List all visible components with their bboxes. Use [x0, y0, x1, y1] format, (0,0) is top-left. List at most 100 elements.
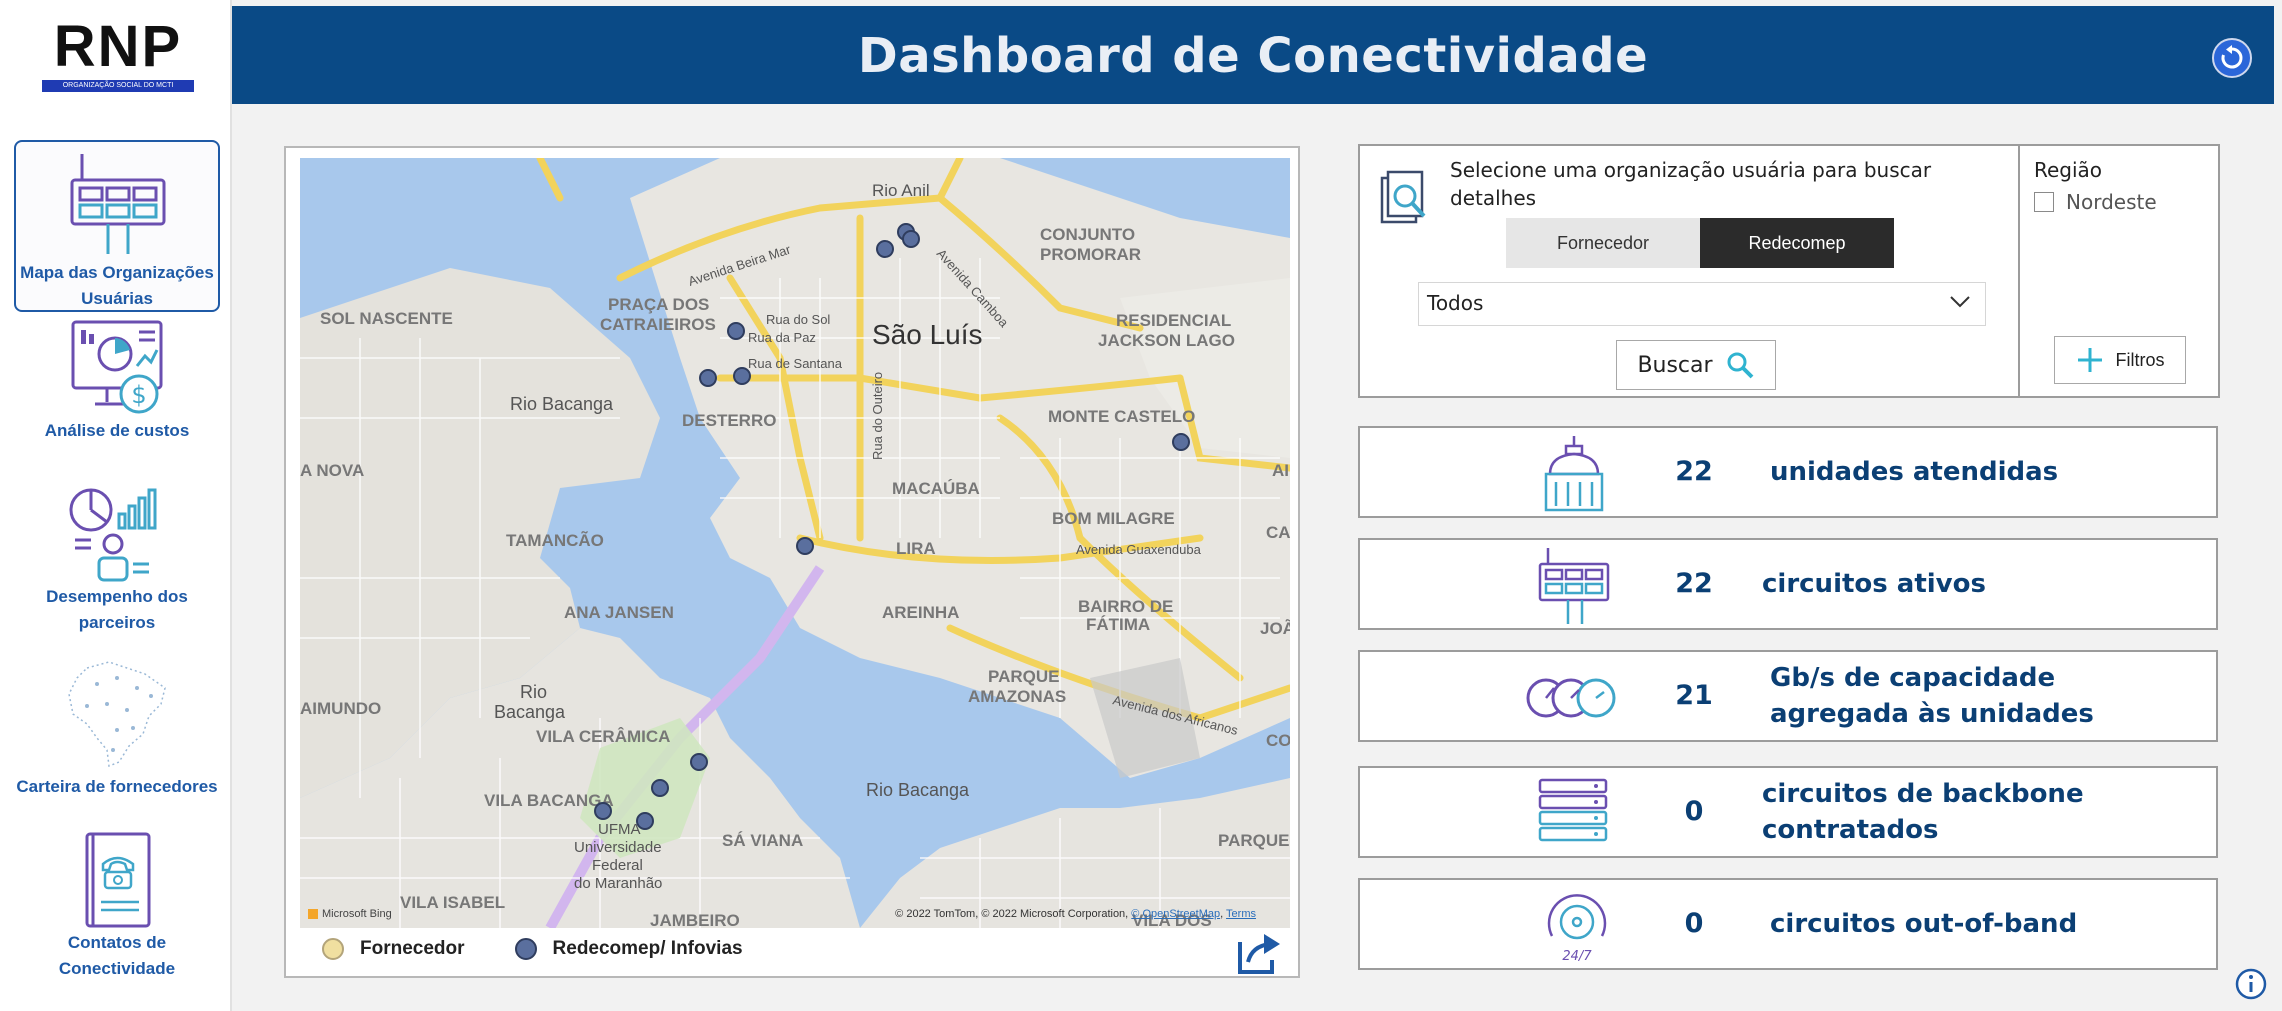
- source-toggle: Fornecedor Redecomep: [1506, 218, 1894, 268]
- map-point[interactable]: [690, 753, 708, 771]
- map-point[interactable]: [796, 537, 814, 555]
- map-label: PARQUE: [1218, 831, 1289, 850]
- kpi-label: circuitos de backbone contratados: [1762, 779, 2084, 845]
- map-label: RESIDENCIAL: [1116, 311, 1231, 330]
- legend-swatch: [322, 938, 344, 960]
- sidebar-item-label: Contatos de Conectividade: [58, 933, 176, 978]
- organization-select[interactable]: Todos: [1418, 282, 1986, 326]
- sidebar-item-label: Carteira de fornecedores: [16, 777, 218, 796]
- reset-button[interactable]: [2212, 38, 2252, 78]
- document-search-icon: [1380, 170, 1426, 224]
- map-label: SOL NASCENTE: [320, 309, 453, 328]
- export-button[interactable]: [1234, 932, 1282, 976]
- map-label: MONTE CASTELO: [1048, 407, 1195, 426]
- map-label: Rio Bacanga: [510, 394, 614, 414]
- sidebar-item-desempenho[interactable]: Desempenho dos parceiros: [14, 484, 220, 636]
- kpi-card-out-of-band: 24/7 0 circuitos out-of-band: [1358, 878, 2218, 970]
- map-label: AMAZONAS: [968, 687, 1066, 706]
- filters-button[interactable]: Filtros: [2054, 336, 2186, 384]
- sidebar-item-analise-custos[interactable]: $ Análise de custos: [14, 318, 220, 444]
- map-label: MACAÚBA: [892, 479, 980, 498]
- kpi-value: 0: [1684, 796, 1704, 827]
- map-label: LIRA: [896, 539, 936, 558]
- map-copyright: © 2022 TomTom, © 2022 Microsoft Corporat…: [895, 908, 1256, 920]
- info-icon[interactable]: [2234, 967, 2268, 1001]
- map-label: Rio: [520, 682, 547, 702]
- osm-link[interactable]: © OpenStreetMap: [1131, 908, 1220, 920]
- map-label: JOÃO: [1260, 618, 1290, 638]
- region-option-nordeste[interactable]: Nordeste: [2034, 190, 2157, 214]
- kpi-value: 0: [1684, 908, 1704, 939]
- sidebar-item-label: Análise de custos: [44, 421, 190, 440]
- svg-text:24/7: 24/7: [1562, 949, 1592, 964]
- kpi-card-capacidade: 21 Gb/s de capacidade agregada às unidad…: [1358, 650, 2218, 742]
- map-attribution-text: Microsoft Bing: [322, 908, 392, 920]
- map-point[interactable]: [733, 367, 751, 385]
- map-label: BAIRRO DE: [1078, 597, 1173, 616]
- map-label: Avenida Guaxenduba: [1076, 542, 1202, 557]
- map-label: VILA CERÂMICA: [536, 727, 670, 746]
- kpi-label: circuitos out-of-band: [1770, 909, 2078, 939]
- kpi-label: unidades atendidas: [1770, 457, 2059, 487]
- map-label: JACKSON LAGO: [1098, 331, 1235, 350]
- kpi-value: 22: [1675, 456, 1713, 487]
- toggle-fornecedor[interactable]: Fornecedor: [1506, 218, 1700, 268]
- legend-label: Fornecedor: [360, 938, 465, 959]
- region-title: Região: [2034, 158, 2103, 182]
- map-point[interactable]: [1172, 433, 1190, 451]
- sidebar-item-label: Desempenho dos parceiros: [46, 587, 188, 632]
- map-point[interactable]: [727, 322, 745, 340]
- legend-item: Fornecedor: [322, 938, 465, 960]
- kpi-label: circuitos ativos: [1762, 569, 1986, 599]
- sidebar-item-carteira[interactable]: Carteira de fornecedores: [14, 654, 220, 800]
- sidebar-item-mapa[interactable]: Mapa das Organizações Usuárias: [14, 140, 220, 312]
- logo-text: RNP: [53, 14, 183, 79]
- map-label: A NOVA: [300, 461, 364, 480]
- search-prompt: Selecione uma organização usuária para b…: [1450, 158, 1932, 210]
- map-label: PRAÇA DOS: [608, 295, 709, 314]
- dashboard-app: RNP ORGANIZAÇÃO SOCIAL DO MCTI Mapa das …: [0, 0, 2282, 1011]
- kpi-label: Gb/s de capacidade agregada às unidades: [1770, 663, 2094, 729]
- checkbox[interactable]: [2034, 192, 2054, 212]
- map-label: Rua do Sol: [766, 312, 830, 327]
- server-icon: [1538, 778, 1608, 842]
- map-label: Rua do Outeiro: [870, 372, 885, 460]
- phone-book-icon: [85, 832, 151, 928]
- legend-item: Redecomep/ Infovias: [514, 938, 743, 960]
- page-title: Dashboard de Conectividade: [857, 28, 1649, 84]
- map-label: CA: [1266, 523, 1290, 542]
- brazil-map-icon: [68, 661, 166, 768]
- region-filter-panel: Região Nordeste Filtros: [2018, 144, 2220, 398]
- map-point[interactable]: [699, 369, 717, 387]
- terms-link[interactable]: Terms: [1226, 908, 1256, 920]
- map-label: JAMBEIRO: [650, 911, 740, 928]
- search-button[interactable]: Buscar: [1616, 340, 1776, 390]
- kpi-card-backbone: 0 circuitos de backbone contratados: [1358, 766, 2218, 858]
- map-label: UFMA: [598, 821, 641, 838]
- map-point[interactable]: [902, 230, 920, 248]
- map-point[interactable]: [636, 812, 654, 830]
- map-point[interactable]: [876, 240, 894, 258]
- sidebar-item-label: Mapa das Organizações Usuárias: [20, 263, 214, 308]
- toggle-redecomep[interactable]: Redecomep: [1700, 218, 1894, 268]
- map-label: Rua da Paz: [748, 330, 816, 345]
- map-point[interactable]: [651, 779, 669, 797]
- map-label: TAMANCÃO: [506, 530, 604, 550]
- map-label: ANA JANSEN: [564, 603, 674, 622]
- map-label: AREINHA: [882, 603, 959, 622]
- kpi-value: 21: [1675, 680, 1713, 711]
- reset-icon: [2221, 45, 2243, 69]
- map-point[interactable]: [594, 802, 612, 820]
- map-label: CATRAIEIROS: [600, 315, 716, 334]
- kpi-card-circuitos: 22 circuitos ativos: [1358, 538, 2218, 630]
- map-label: Universidade: [574, 839, 662, 856]
- map-label: PROMORAR: [1040, 245, 1141, 264]
- map-view[interactable]: Rio Anil CONJUNTO PROMORAR SOL NASCENTE …: [300, 158, 1290, 928]
- map-label: Rio Bacanga: [866, 780, 970, 800]
- sidebar-item-contatos[interactable]: Contatos de Conectividade: [14, 830, 220, 982]
- building-icon: [1544, 436, 1604, 512]
- map-legend: Fornecedor Redecomep/ Infovias: [322, 938, 793, 960]
- search-icon: [1727, 352, 1753, 379]
- map-label: Bacanga: [494, 702, 566, 722]
- partner-performance-icon: [69, 488, 157, 582]
